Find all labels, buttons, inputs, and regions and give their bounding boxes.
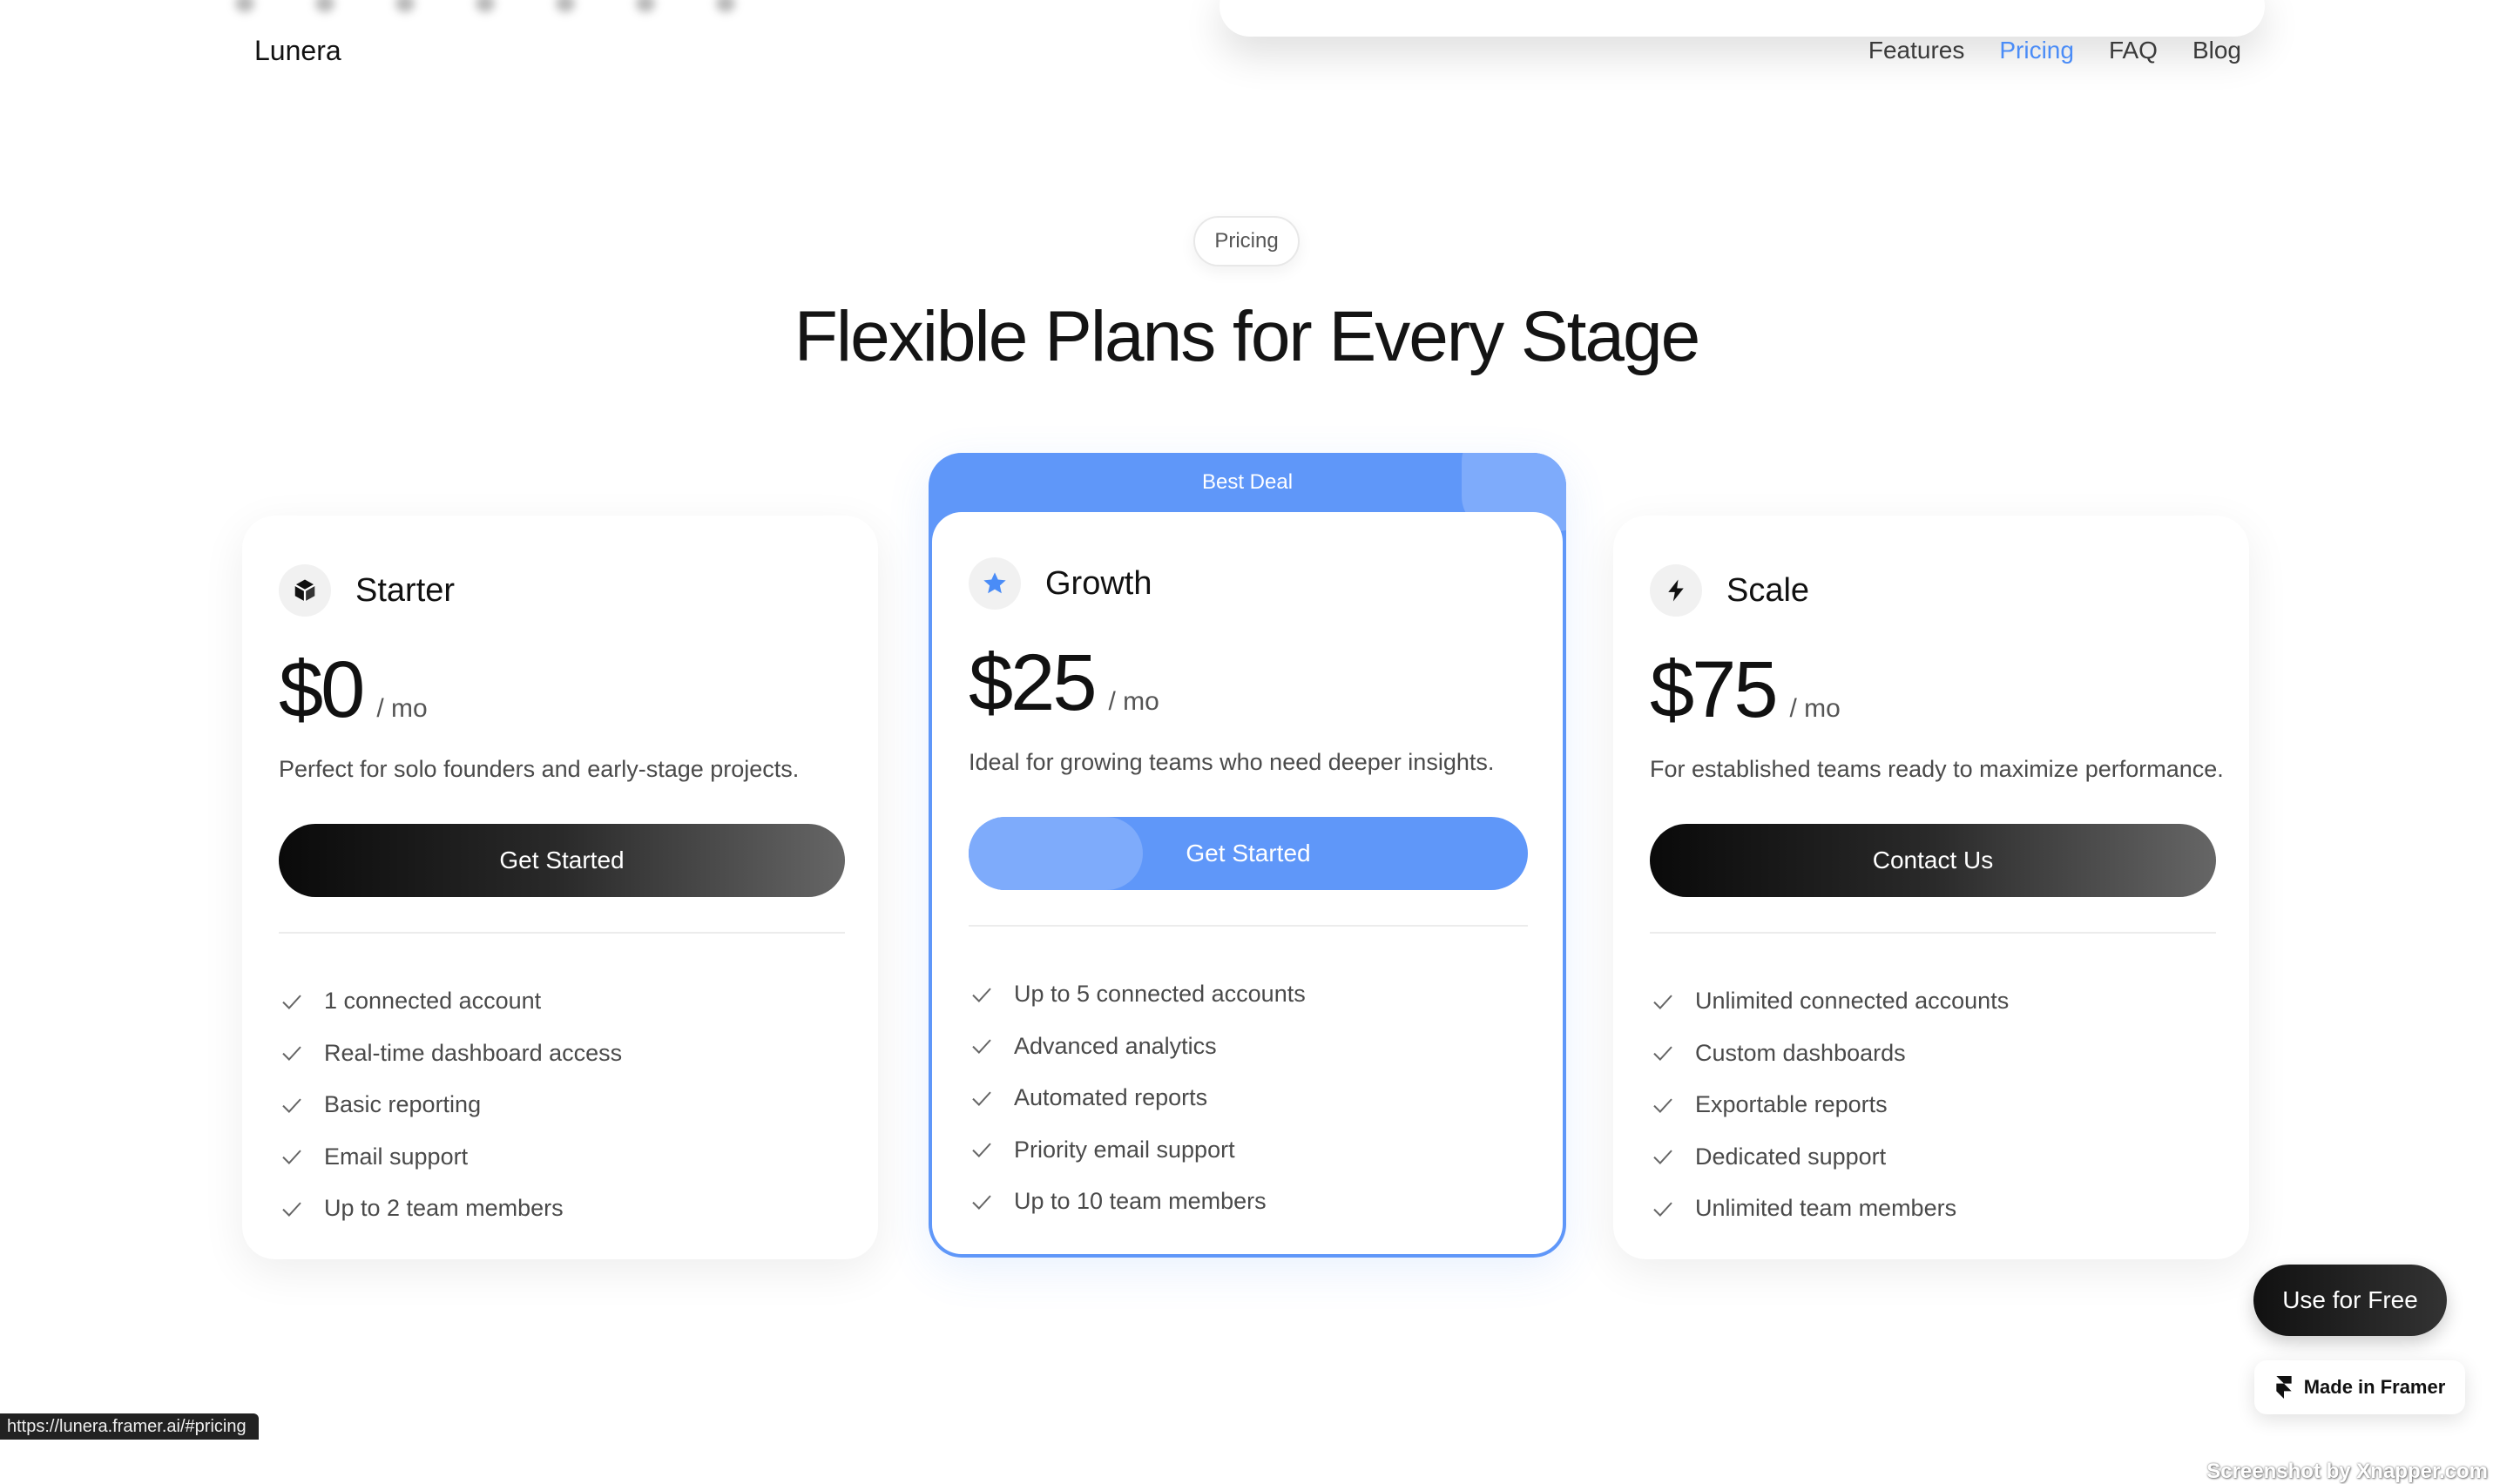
price-row: $0 / mo bbox=[279, 644, 428, 736]
cube-icon bbox=[279, 564, 331, 617]
price-period: / mo bbox=[376, 694, 428, 723]
plan-name: Scale bbox=[1726, 571, 1810, 609]
check-icon bbox=[1653, 1150, 1672, 1165]
list-item: Automated reports bbox=[969, 1072, 1306, 1124]
check-icon bbox=[282, 1150, 301, 1165]
check-icon bbox=[972, 988, 991, 1002]
plan-header: Starter bbox=[279, 564, 455, 617]
plan-description: For established teams ready to maximize … bbox=[1650, 756, 2224, 782]
check-icon bbox=[972, 1091, 991, 1106]
check-icon bbox=[282, 1202, 301, 1217]
check-icon bbox=[972, 1039, 991, 1055]
list-item: Basic reporting bbox=[279, 1079, 622, 1131]
list-item: Priority email support bbox=[969, 1124, 1306, 1177]
nav-link-features[interactable]: Features bbox=[1868, 37, 1965, 64]
list-item: Exportable reports bbox=[1650, 1079, 2009, 1131]
plan-price: $75 bbox=[1650, 645, 1778, 734]
status-bar-url: https://lunera.framer.ai/#pricing bbox=[0, 1413, 259, 1440]
nav-link-blog[interactable]: Blog bbox=[2192, 37, 2241, 64]
check-icon bbox=[282, 1046, 301, 1062]
nav-link-faq[interactable]: FAQ bbox=[2109, 37, 2158, 64]
best-deal-badge: Best Deal bbox=[1201, 470, 1294, 494]
get-started-button[interactable]: Get Started bbox=[279, 824, 845, 897]
list-item: Up to 10 team members bbox=[969, 1176, 1306, 1228]
blurred-top-decoration bbox=[235, 0, 735, 12]
feature-list: Unlimited connected accounts Custom dash… bbox=[1650, 975, 2009, 1235]
list-item: Unlimited team members bbox=[1650, 1183, 2009, 1235]
list-item: Up to 2 team members bbox=[279, 1183, 622, 1235]
watermark: Screenshot by Xnapper.com bbox=[2206, 1460, 2488, 1483]
blurred-nav-shadow bbox=[1219, 0, 2265, 37]
plan-price: $0 bbox=[279, 645, 365, 734]
list-item: 1 connected account bbox=[279, 975, 622, 1028]
main-nav: Features Pricing FAQ Blog bbox=[1868, 37, 2241, 64]
price-period: / mo bbox=[1108, 687, 1159, 716]
lightning-icon bbox=[1650, 564, 1702, 617]
check-icon bbox=[1653, 1046, 1672, 1062]
plan-price: $25 bbox=[969, 638, 1097, 727]
check-icon bbox=[282, 1098, 301, 1113]
plan-card-body: Growth $25 / mo Ideal for growing teams … bbox=[932, 512, 1563, 1254]
section-pill: Pricing bbox=[1193, 216, 1300, 266]
list-item: Up to 5 connected accounts bbox=[969, 968, 1306, 1021]
check-icon bbox=[1653, 1098, 1672, 1113]
list-item: Dedicated support bbox=[1650, 1131, 2009, 1184]
plan-description: Perfect for solo founders and early-stag… bbox=[279, 756, 800, 782]
feature-list: 1 connected account Real-time dashboard … bbox=[279, 975, 622, 1235]
page-title: Flexible Plans for Every Stage bbox=[794, 297, 1700, 376]
price-row: $75 / mo bbox=[1650, 644, 1841, 736]
plan-name: Growth bbox=[1045, 564, 1152, 602]
button-highlight bbox=[969, 817, 1143, 890]
divider bbox=[969, 925, 1528, 927]
list-item: Custom dashboards bbox=[1650, 1028, 2009, 1080]
check-icon bbox=[972, 1143, 991, 1158]
price-row: $25 / mo bbox=[969, 637, 1159, 729]
check-icon bbox=[282, 995, 301, 1009]
star-icon bbox=[969, 557, 1021, 610]
contact-us-button[interactable]: Contact Us bbox=[1650, 824, 2216, 897]
plan-card-scale: Scale $75 / mo For established teams rea… bbox=[1613, 516, 2249, 1259]
site-logo[interactable]: Lunera bbox=[254, 35, 341, 67]
button-label: Get Started bbox=[1186, 840, 1311, 867]
list-item: Email support bbox=[279, 1131, 622, 1184]
plan-description: Ideal for growing teams who need deeper … bbox=[969, 749, 1495, 775]
plan-card-starter: Starter $0 / mo Perfect for solo founder… bbox=[242, 516, 878, 1259]
list-item: Real-time dashboard access bbox=[279, 1028, 622, 1080]
made-in-framer-badge[interactable]: Made in Framer bbox=[2254, 1360, 2465, 1414]
feature-list: Up to 5 connected accounts Advanced anal… bbox=[969, 968, 1306, 1228]
button-label: Get Started bbox=[499, 847, 625, 874]
get-started-button[interactable]: Get Started bbox=[969, 817, 1528, 890]
divider bbox=[279, 932, 845, 934]
plan-name: Starter bbox=[355, 571, 456, 609]
price-period: / mo bbox=[1789, 694, 1841, 723]
button-label: Contact Us bbox=[1872, 847, 1994, 874]
check-icon bbox=[1653, 995, 1672, 1009]
plan-header: Growth bbox=[969, 557, 1152, 610]
use-for-free-button[interactable]: Use for Free bbox=[2253, 1265, 2447, 1336]
check-icon bbox=[972, 1195, 991, 1210]
plan-card-growth: Best Deal Growth $25 / mo Ideal for grow… bbox=[929, 453, 1566, 1258]
badge-label: Made in Framer bbox=[2303, 1376, 2446, 1398]
list-item: Unlimited connected accounts bbox=[1650, 975, 2009, 1028]
plan-header: Scale bbox=[1650, 564, 1809, 617]
framer-logo-icon bbox=[2276, 1376, 2292, 1399]
list-item: Advanced analytics bbox=[969, 1021, 1306, 1073]
divider bbox=[1650, 932, 2216, 934]
nav-link-pricing[interactable]: Pricing bbox=[1999, 37, 2074, 64]
check-icon bbox=[1653, 1202, 1672, 1217]
